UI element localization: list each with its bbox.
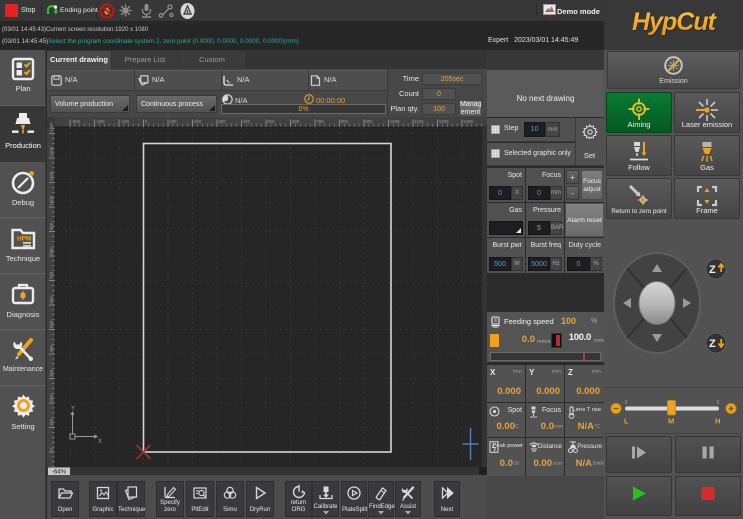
svg-text:400: 400 xyxy=(49,345,54,353)
svg-text:1200: 1200 xyxy=(49,146,54,156)
svg-text:400: 400 xyxy=(243,119,251,124)
svg-text:Z: Z xyxy=(709,338,716,350)
svg-text:L: L xyxy=(624,417,629,426)
svg-text:1300: 1300 xyxy=(49,122,54,132)
svg-text:-300: -300 xyxy=(71,119,80,124)
svg-text:200: 200 xyxy=(194,119,202,124)
svg-text:1100: 1100 xyxy=(49,171,54,181)
svg-text:600: 600 xyxy=(292,119,300,124)
svg-text:-200: -200 xyxy=(96,119,105,124)
svg-text:HPM: HPM xyxy=(17,236,31,243)
svg-text:700: 700 xyxy=(49,271,54,279)
svg-text:800: 800 xyxy=(341,119,349,124)
svg-text:M: M xyxy=(668,417,674,426)
svg-text:1200: 1200 xyxy=(439,119,449,124)
svg-text:900: 900 xyxy=(365,119,373,124)
svg-text:1100: 1100 xyxy=(414,119,424,124)
svg-text:600: 600 xyxy=(49,296,54,304)
svg-text:300: 300 xyxy=(49,369,54,377)
svg-text:1300: 1300 xyxy=(463,119,473,124)
svg-text:Y: Y xyxy=(71,406,75,412)
svg-text:500: 500 xyxy=(49,320,54,328)
svg-text:700: 700 xyxy=(316,119,324,124)
svg-text:200: 200 xyxy=(49,394,54,402)
svg-text:Z: Z xyxy=(709,264,716,276)
svg-text:H: H xyxy=(715,417,720,426)
svg-text:-100: -100 xyxy=(120,119,129,124)
svg-text:500: 500 xyxy=(267,119,275,124)
svg-text:X: X xyxy=(98,439,102,445)
svg-text:800: 800 xyxy=(49,247,54,255)
svg-text:100: 100 xyxy=(169,119,177,124)
svg-text:300: 300 xyxy=(218,119,226,124)
svg-text:1000: 1000 xyxy=(49,195,54,205)
svg-text:900: 900 xyxy=(49,222,54,230)
svg-text:1000: 1000 xyxy=(390,119,400,124)
svg-text:100: 100 xyxy=(49,418,54,426)
